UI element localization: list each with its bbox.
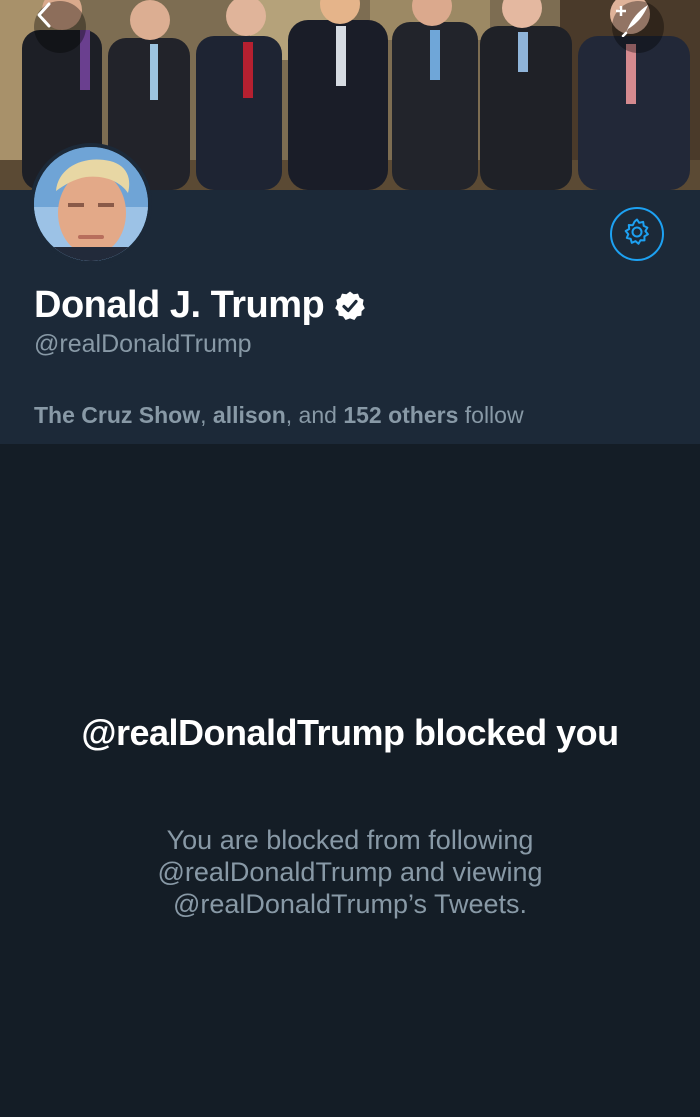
separator: , xyxy=(200,402,213,428)
back-button[interactable] xyxy=(34,1,86,53)
verified-badge-icon xyxy=(334,290,366,322)
others-count[interactable]: 152 others xyxy=(343,402,458,428)
follow-suffix: follow xyxy=(458,402,524,428)
follower-name[interactable]: allison xyxy=(213,402,286,428)
avatar-photo xyxy=(34,147,148,261)
blocked-message: You are blocked from following @realDona… xyxy=(157,825,543,919)
profile-handle: @realDonaldTrump xyxy=(34,330,252,358)
separator: , and xyxy=(285,402,344,428)
gear-icon xyxy=(622,217,652,252)
profile-screen: Donald J. Trump @realDonaldTrump The Cru… xyxy=(0,0,700,1117)
blocked-title: @realDonaldTrump blocked you xyxy=(81,712,619,753)
profile-settings-button[interactable] xyxy=(610,207,664,261)
display-name: Donald J. Trump xyxy=(34,284,325,326)
follower-name[interactable]: The Cruz Show xyxy=(34,402,200,428)
profile-avatar[interactable] xyxy=(30,143,152,265)
profile-name-row: Donald J. Trump xyxy=(34,284,366,327)
followers-you-know[interactable]: The Cruz Show, allison, and 152 others f… xyxy=(34,402,524,429)
compose-button[interactable] xyxy=(612,1,664,53)
blocked-panel: @realDonaldTrump blocked you You are blo… xyxy=(0,444,700,1117)
